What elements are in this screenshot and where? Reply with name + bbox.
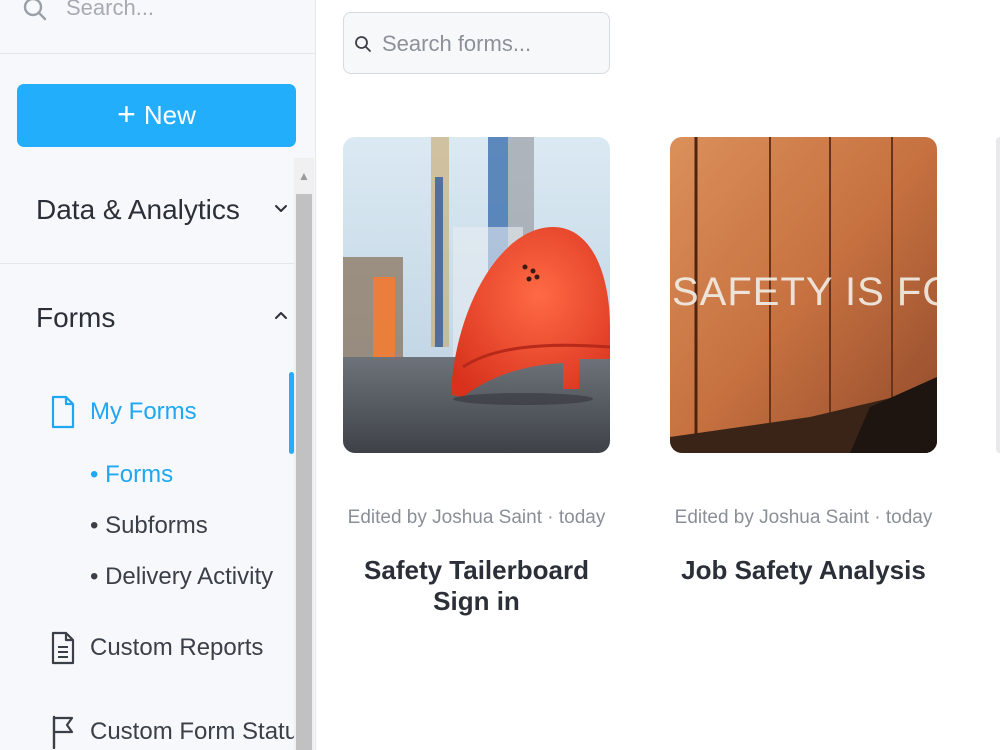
forms-search-input[interactable] <box>382 27 602 61</box>
scroll-up-arrow-icon[interactable]: ▲ <box>294 158 314 194</box>
sidebar: Search... + New Data & Analytics Forms M… <box>0 0 316 750</box>
flag-icon <box>52 715 74 749</box>
forms-search <box>343 12 610 74</box>
search-icon <box>355 36 371 52</box>
section-forms: Forms <box>0 264 294 750</box>
form-card-meta: Edited by Joshua Saint · today <box>347 507 606 528</box>
form-card-image-hard-hat[interactable] <box>343 137 610 453</box>
new-button-label: New <box>143 100 196 130</box>
section-title[interactable]: Forms <box>36 302 115 334</box>
form-card-image-railcar[interactable]: SAFETY IS FOR TODAY <box>670 137 937 453</box>
chevron-down-icon[interactable] <box>272 200 290 218</box>
scrollbar-thumb[interactable] <box>296 194 312 750</box>
form-card-meta: Edited by Joshua Saint · today <box>674 507 933 528</box>
sidebar-item-my-forms[interactable]: My Forms <box>50 392 197 432</box>
form-card-partial[interactable] <box>996 137 1000 453</box>
app-window: Search... + New Data & Analytics Forms M… <box>0 0 1000 750</box>
sidebar-item-custom-reports[interactable]: Custom Reports <box>50 628 263 668</box>
sidebar-search-placeholder: Search... <box>66 0 155 20</box>
search-icon <box>23 0 47 21</box>
form-card-title[interactable]: Safety Tailerboard Sign in <box>343 555 610 617</box>
file-icon <box>51 395 75 429</box>
new-button[interactable]: + New <box>17 84 296 147</box>
sidebar-subitem-delivery-activity[interactable]: • Delivery Activity <box>90 563 273 591</box>
document-icon <box>51 631 75 665</box>
chevron-up-icon[interactable] <box>272 306 290 324</box>
sidebar-item-label: My Forms <box>90 398 197 425</box>
form-card[interactable]: Edited by Joshua Saint · today Safety Ta… <box>343 137 610 616</box>
form-card[interactable]: SAFETY IS FOR TODAY Edited by Joshua Sai… <box>670 137 937 585</box>
sidebar-search[interactable]: Search... <box>0 0 315 54</box>
section-title: Data & Analytics <box>36 194 240 225</box>
railcar-painted-text: SAFETY IS FOR TODAY <box>672 270 937 314</box>
sidebar-item-label: Custom Reports <box>90 634 264 661</box>
plus-icon: + <box>117 95 136 132</box>
sidebar-subitem-subforms[interactable]: • Subforms <box>90 512 208 540</box>
sidebar-scrollbar[interactable]: ▲ <box>294 158 314 750</box>
section-data-analytics[interactable]: Data & Analytics <box>0 158 294 264</box>
form-card-title[interactable]: Job Safety Analysis <box>670 555 937 586</box>
sidebar-subitem-forms[interactable]: • Forms <box>90 461 173 489</box>
sidebar-item-custom-form-status[interactable]: Custom Form Status <box>50 712 310 750</box>
sidebar-item-label: Custom Form Status <box>90 718 311 745</box>
